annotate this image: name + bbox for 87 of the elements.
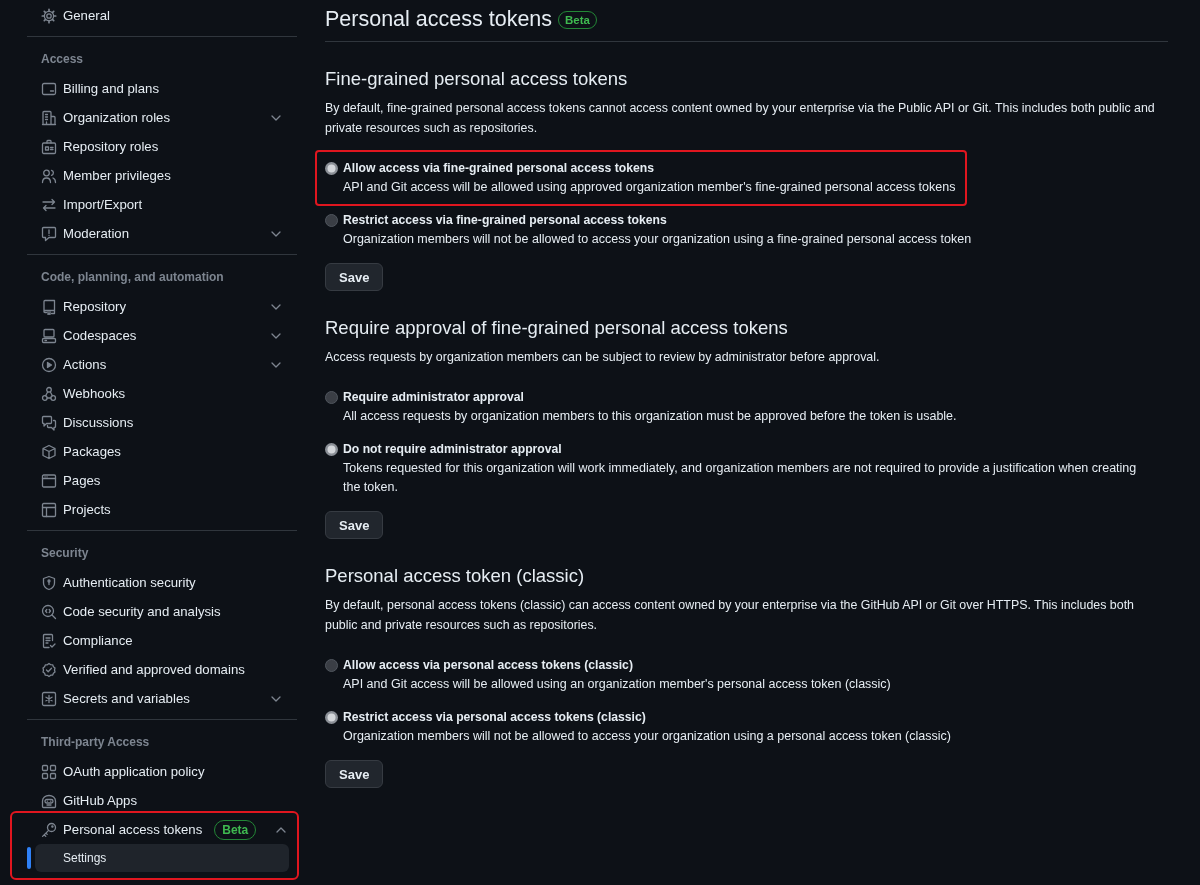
grid-icon — [41, 763, 57, 780]
laptop-icon — [41, 327, 57, 344]
sidebar-item[interactable]: Code security and analysis — [35, 597, 289, 626]
chevron-down-icon[interactable] — [271, 332, 281, 339]
option-description: Organization members will not be allowed to access your organization using a personal access token (classic) — [343, 728, 951, 745]
radio-button[interactable] — [325, 443, 338, 456]
robot-icon — [41, 792, 57, 809]
chevron-down-icon[interactable] — [271, 114, 281, 121]
radio-button[interactable] — [325, 711, 338, 724]
option-description: API and Git access will be allowed using an organization member's personal access token (classic) — [343, 676, 891, 693]
play-icon — [41, 356, 57, 373]
sidebar-item[interactable]: Actions — [35, 350, 289, 379]
chevron-down-icon[interactable] — [271, 303, 281, 310]
building-icon — [41, 109, 57, 126]
credit-card-icon — [41, 80, 57, 97]
table-icon — [41, 501, 57, 518]
option-label: Do not require administrator approval — [343, 441, 563, 458]
radio-button[interactable] — [325, 391, 338, 404]
save-button[interactable]: Save — [325, 511, 384, 539]
sidebar-item[interactable]: Secrets and variables — [35, 684, 289, 713]
save-button[interactable]: Save — [325, 760, 384, 788]
sidebar-item[interactable]: Repository roles — [35, 132, 289, 161]
section-description: Access requests by organization members can be subject to review by administrator before approval. — [325, 349, 881, 366]
chat-bubbles-icon — [41, 414, 57, 431]
save-button[interactable]: Save — [325, 263, 384, 291]
sidebar-item[interactable]: Personal access tokens Beta — [35, 815, 295, 844]
section-heading: Personal access token (classic) — [325, 564, 586, 588]
sidebar-item[interactable]: Compliance — [35, 626, 289, 655]
sidebar-item[interactable]: Moderation — [35, 219, 289, 248]
radio-button[interactable] — [325, 162, 338, 175]
radio-button[interactable] — [325, 214, 338, 227]
sidebar-item[interactable]: Import/Export — [35, 190, 289, 219]
option-description: API and Git access will be allowed using approved organization member's fine-grained personal access tokens — [343, 179, 956, 196]
selection-bar — [27, 847, 31, 869]
sidebar-item[interactable]: Projects — [35, 495, 289, 524]
section-header: Third-party Access — [40, 734, 151, 751]
sidebar-item[interactable]: Pages — [35, 466, 289, 495]
option-description: Organization members will not be allowed to access your organization using a fine-grained personal access token — [343, 231, 972, 248]
sidebar-item[interactable]: Verified and approved domains — [35, 655, 289, 684]
page-title: Personal access tokens — [325, 6, 553, 33]
chevron-down-icon[interactable] — [271, 695, 281, 702]
option-description: Tokens requested for this organization will work immediately, and organization members are not required to provide a justification when creating the token. — [343, 460, 1138, 496]
option-label: Restrict access via personal access tokens (classic) — [343, 709, 647, 726]
sidebar-item[interactable]: Codespaces — [35, 321, 289, 350]
chevron-up-icon[interactable] — [276, 826, 287, 833]
book-icon — [41, 298, 57, 315]
cube-icon — [41, 443, 57, 460]
sidebar-item[interactable]: OAuth application policy — [35, 757, 289, 786]
section-header: Code, planning, and automation — [40, 269, 225, 286]
section-description: By default, fine-grained personal access tokens cannot access content owned by your enterprise via the Public API or Git. This includes both public and private resources such as repositories. — [325, 100, 1156, 137]
option-label: Allow access via personal access tokens (classic) — [343, 657, 634, 674]
speech-bubble-icon — [41, 225, 57, 242]
chevron-down-icon[interactable] — [271, 361, 281, 368]
section-header: Security — [40, 545, 90, 562]
sidebar-item[interactable]: Repository — [35, 292, 289, 321]
section-header: Access — [40, 51, 85, 68]
chevron-down-icon[interactable] — [271, 230, 281, 237]
asterisk-icon — [41, 690, 57, 707]
sidebar-item[interactable]: Authentication security — [35, 568, 289, 597]
option-label: Restrict access via fine-grained personal access tokens — [343, 212, 668, 229]
key-icon — [41, 821, 57, 838]
sidebar-item[interactable]: GitHub Apps — [35, 786, 289, 815]
section-heading: Fine-grained personal access tokens — [325, 67, 629, 91]
gear-icon — [41, 7, 57, 24]
arrows-icon — [41, 196, 57, 213]
magnifier-icon — [41, 603, 57, 620]
sidebar-subitem[interactable]: Settings — [35, 844, 289, 872]
sidebar-item[interactable]: Billing and plans — [35, 74, 289, 103]
sidebar-item[interactable]: Webhooks — [35, 379, 289, 408]
shield-icon — [41, 574, 57, 591]
radio-button[interactable] — [325, 659, 338, 672]
option-label: Allow access via fine-grained personal access tokens — [343, 160, 655, 177]
option-label: Require administrator approval — [343, 389, 525, 406]
people-icon — [41, 167, 57, 184]
id-badge-icon — [41, 138, 57, 155]
section-heading: Require approval of fine-grained personal access tokens — [325, 316, 789, 340]
check-badge-icon — [41, 661, 57, 678]
webhook-icon — [41, 385, 57, 402]
section-description: By default, personal access tokens (classic) can access content owned by your enterprise via the GitHub API or Git over HTTPS. This includes both public and private resources such as repositories. — [325, 597, 1135, 634]
sidebar-item[interactable]: Discussions — [35, 408, 289, 437]
browser-window-icon — [41, 472, 57, 489]
sidebar-item[interactable]: Packages — [35, 437, 289, 466]
sidebar-item[interactable]: Member privileges — [35, 161, 289, 190]
option-description: All access requests by organization members to this organization must be approved before the token is usable. — [343, 408, 957, 425]
checklist-icon — [41, 632, 57, 649]
sidebar-item[interactable]: General — [35, 1, 289, 30]
sidebar-item[interactable]: Organization roles — [35, 103, 289, 132]
